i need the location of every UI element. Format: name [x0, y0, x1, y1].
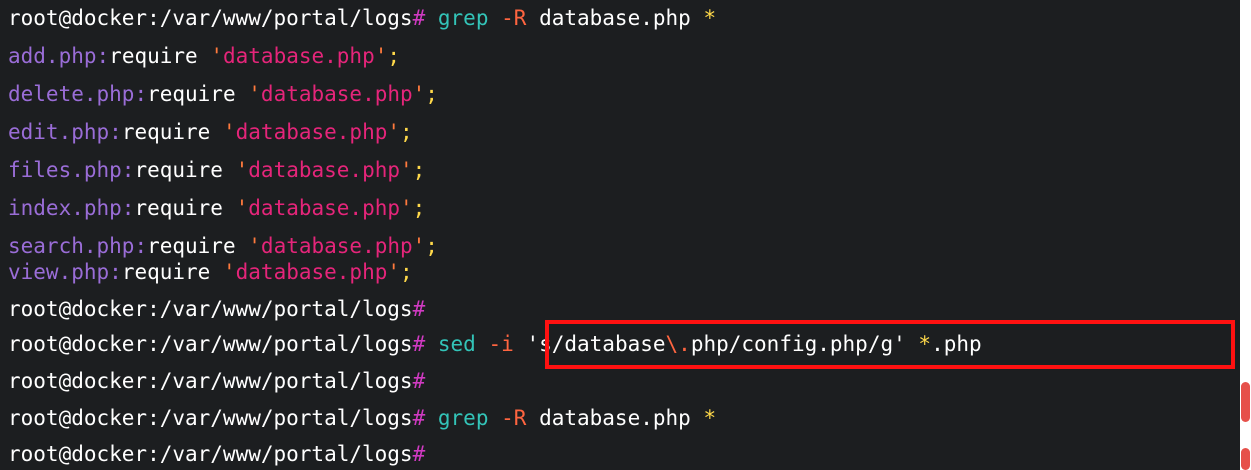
prompt-hash: # [412, 442, 426, 466]
output-line: add.php:require 'database.php'; [8, 44, 401, 68]
prompt-hash: # [412, 297, 426, 321]
prompt-hash: # [412, 6, 426, 30]
result-value: database.php [235, 260, 388, 284]
output-line: view.php:require 'database.php'; [8, 260, 413, 284]
command-pattern: database.php [539, 6, 691, 30]
command-flag: -i [488, 332, 514, 356]
command-glob: * [703, 406, 717, 430]
result-value: database.php [260, 82, 413, 106]
prompt-hash: # [412, 406, 426, 430]
prompt: root@docker:/var/www/portal/logs [8, 6, 413, 30]
result-filename: add.php [8, 44, 97, 68]
result-keyword: require [121, 260, 211, 284]
terminal-window[interactable]: root@docker:/var/www/portal/logs# grep -… [0, 0, 1240, 470]
result-keyword: require [147, 234, 236, 258]
command-flag: -R [501, 6, 527, 30]
prompt: root@docker:/var/www/portal/logs [8, 406, 413, 430]
output-line: files.php:require 'database.php'; [8, 158, 426, 182]
prompt: root@docker:/var/www/portal/logs [8, 442, 413, 466]
prompt-hash: # [412, 332, 426, 356]
prompt-line: root@docker:/var/www/portal/logs# [8, 369, 425, 393]
result-filename: view.php [8, 260, 110, 284]
result-value: database.php [223, 44, 375, 68]
command-line: root@docker:/var/www/portal/logs# grep -… [8, 6, 716, 30]
result-keyword: require [121, 120, 211, 144]
command-name: grep [437, 406, 489, 430]
prompt: root@docker:/var/www/portal/logs [8, 297, 413, 321]
prompt: root@docker:/var/www/portal/logs [8, 332, 413, 356]
result-value: database.php [248, 158, 400, 182]
result-value: database.php [260, 234, 413, 258]
command-line: root@docker:/var/www/portal/logs# grep -… [8, 406, 716, 430]
command-flag: -R [501, 406, 527, 430]
decorative-shape [1241, 382, 1250, 422]
output-line: search.php:require 'database.php'; [8, 234, 438, 258]
result-filename: files.php [8, 158, 122, 182]
prompt-hash: # [412, 369, 426, 393]
result-filename: delete.php [8, 82, 135, 106]
output-line: delete.php:require 'database.php'; [8, 82, 438, 106]
command-name: grep [437, 6, 489, 30]
command-glob: * [703, 6, 717, 30]
prompt-line: root@docker:/var/www/portal/logs# [8, 442, 425, 466]
output-line: index.php:require 'database.php'; [8, 196, 426, 220]
result-value: database.php [235, 120, 388, 144]
output-line: edit.php:require 'database.php'; [8, 120, 413, 144]
result-filename: search.php [8, 234, 135, 258]
result-keyword: require [147, 82, 236, 106]
result-keyword: require [134, 158, 223, 182]
prompt: root@docker:/var/www/portal/logs [8, 369, 413, 393]
result-filename: index.php [8, 196, 122, 220]
result-keyword: require [134, 196, 223, 220]
prompt-line: root@docker:/var/www/portal/logs# [8, 297, 425, 321]
decorative-shape [1241, 448, 1250, 470]
result-value: database.php [248, 196, 400, 220]
command-highlight-box [545, 320, 1235, 369]
result-filename: edit.php [8, 120, 110, 144]
command-name: sed [437, 332, 476, 356]
command-pattern: database.php [539, 406, 691, 430]
result-keyword: require [109, 44, 198, 68]
